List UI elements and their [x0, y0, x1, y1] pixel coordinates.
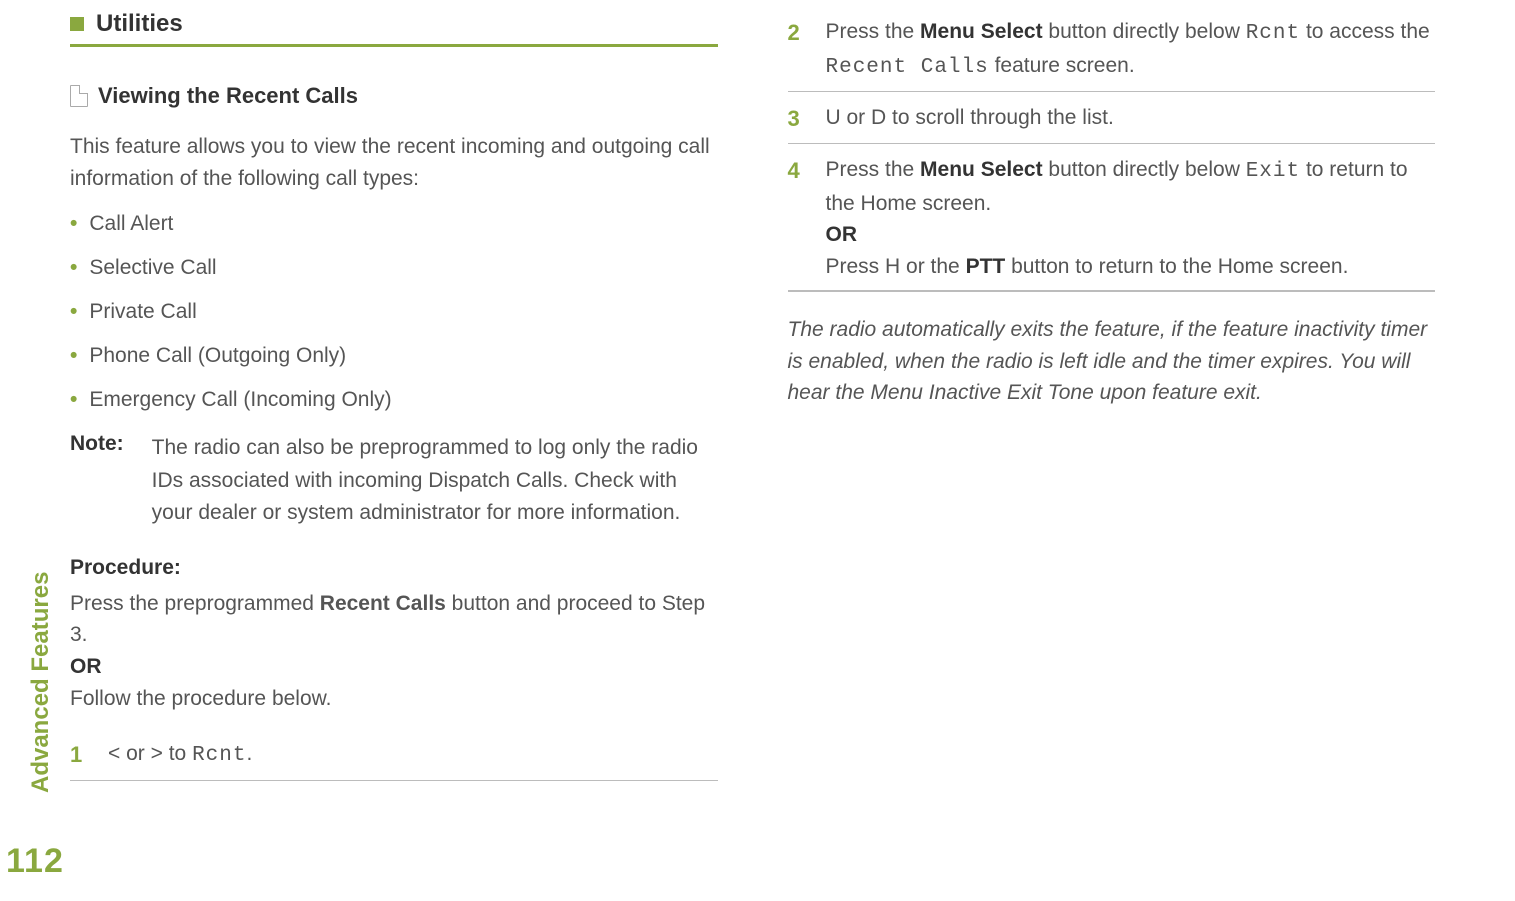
page-content: Utilities Viewing the Recent Calls This …: [70, 10, 1435, 785]
code-text: Exit: [1246, 160, 1300, 183]
chapter-label: Advanced Features: [27, 572, 55, 793]
bullet-text: Selective Call: [89, 256, 216, 280]
section-header: Utilities: [70, 10, 718, 38]
intro-paragraph: This feature allows you to view the rece…: [70, 131, 718, 194]
text: to scroll through the list.: [886, 106, 1114, 129]
bullet-icon: •: [70, 300, 77, 324]
left-arrow-icon: <: [108, 742, 120, 765]
bullet-text: Call Alert: [89, 212, 173, 236]
note-label: Note:: [70, 432, 124, 530]
code-text: Rcnt: [1246, 22, 1300, 45]
bold-text: PTT: [966, 255, 1006, 278]
step-body: Press the Menu Select button directly be…: [826, 16, 1436, 83]
text: to access the: [1300, 20, 1430, 43]
text: .: [246, 742, 252, 765]
step-body: U or D to scroll through the list.: [826, 102, 1436, 135]
text: or: [841, 106, 871, 129]
bullet-icon: •: [70, 344, 77, 368]
step-2: 2 Press the Menu Select button directly …: [788, 10, 1436, 89]
procedure-intro-1: Press the preprogrammed Recent Calls but…: [70, 588, 718, 651]
text: Press the: [826, 158, 921, 181]
up-icon: U: [826, 106, 841, 129]
text: Press: [826, 255, 886, 278]
section-title: Utilities: [96, 10, 183, 38]
square-bullet-icon: [70, 17, 84, 31]
list-item: • Selective Call: [70, 256, 718, 280]
text: Press the preprogrammed: [70, 592, 320, 615]
or-separator: OR: [70, 655, 718, 679]
text: or: [120, 742, 150, 765]
step-1: 1 < or > to Rcnt.: [70, 732, 718, 778]
step-number: 1: [70, 738, 90, 772]
left-column: Utilities Viewing the Recent Calls This …: [70, 10, 718, 785]
text: button directly below: [1043, 158, 1246, 181]
bold-text: Menu Select: [920, 20, 1043, 43]
text: or the: [900, 255, 965, 278]
step-number: 3: [788, 102, 808, 135]
step-number: 4: [788, 154, 808, 282]
text: Press the: [826, 20, 921, 43]
bullet-text: Phone Call (Outgoing Only): [89, 344, 346, 368]
text: to: [163, 742, 192, 765]
step-divider: [70, 780, 718, 781]
section-divider: [70, 44, 718, 47]
step-divider: [788, 290, 1436, 292]
page-margin: Advanced Features 112: [6, 842, 64, 881]
page-number: 112: [6, 842, 64, 881]
bullet-icon: •: [70, 256, 77, 280]
subsection-header: Viewing the Recent Calls: [70, 83, 718, 109]
step-body: Press the Menu Select button directly be…: [826, 154, 1436, 282]
code-text: Rcnt: [192, 744, 246, 767]
code-text: Recent Calls: [826, 56, 989, 79]
note-body: The radio can also be preprogrammed to l…: [152, 432, 718, 530]
bullet-icon: •: [70, 388, 77, 412]
list-item: • Private Call: [70, 300, 718, 324]
list-item: • Emergency Call (Incoming Only): [70, 388, 718, 412]
step-divider: [788, 91, 1436, 92]
document-icon: [70, 85, 88, 107]
bullet-text: Emergency Call (Incoming Only): [89, 388, 391, 412]
bold-text: Recent Calls: [320, 592, 446, 615]
step-3: 3 U or D to scroll through the list.: [788, 96, 1436, 141]
closing-paragraph: The radio automatically exits the featur…: [788, 314, 1436, 409]
step-divider: [788, 143, 1436, 144]
text: button to return to the Home screen.: [1005, 255, 1348, 278]
note-block: Note: The radio can also be preprogramme…: [70, 432, 718, 530]
bold-text: Menu Select: [920, 158, 1043, 181]
down-icon: D: [871, 106, 886, 129]
list-item: • Call Alert: [70, 212, 718, 236]
text: button directly below: [1043, 20, 1246, 43]
step-4: 4 Press the Menu Select button directly …: [788, 148, 1436, 288]
step-body: < or > to Rcnt.: [108, 738, 718, 772]
subsection-title: Viewing the Recent Calls: [98, 83, 358, 109]
right-column: 2 Press the Menu Select button directly …: [788, 10, 1436, 785]
home-icon: H: [885, 255, 900, 278]
step-number: 2: [788, 16, 808, 83]
list-item: • Phone Call (Outgoing Only): [70, 344, 718, 368]
or-separator: OR: [826, 223, 858, 246]
bullet-icon: •: [70, 212, 77, 236]
procedure-label: Procedure:: [70, 556, 718, 580]
procedure-intro-2: Follow the procedure below.: [70, 683, 718, 715]
right-arrow-icon: >: [151, 742, 163, 765]
bullet-text: Private Call: [89, 300, 196, 324]
text: feature screen.: [989, 54, 1135, 77]
